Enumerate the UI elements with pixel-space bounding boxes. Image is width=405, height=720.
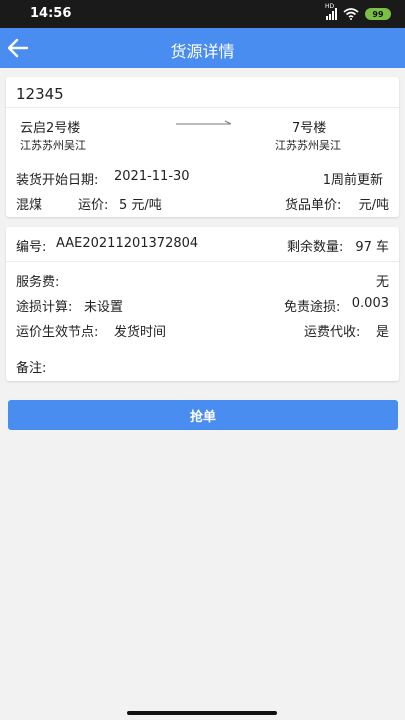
loss-calc-label: 途损计算: [16, 300, 73, 315]
battery-icon: 99 [365, 8, 391, 20]
cargo-id: 12345 [16, 85, 64, 103]
battery-level: 99 [372, 9, 384, 19]
origin-name: 云启2号楼 [20, 121, 81, 136]
app-bar: 货源详情 [0, 28, 405, 68]
free-loss-value: 0.003 [351, 296, 389, 311]
effective-node-value: 发货时间 [114, 325, 167, 340]
status-bar: 14:56 HD 99 [0, 0, 405, 28]
route-arrow-icon [176, 120, 232, 125]
collect-value: 是 [375, 325, 389, 340]
service-fee-label: 服务费: [16, 275, 60, 290]
freight-value: 5 元/吨 [119, 198, 162, 213]
divider [6, 261, 399, 262]
remaining-label: 剩余数量: [287, 240, 344, 255]
remaining-quantity: 97 车 [355, 240, 389, 255]
updated-time: 1周前更新 [322, 173, 383, 188]
unit-price-label: 货品单价: [285, 198, 342, 213]
service-fee-value: 无 [375, 275, 389, 290]
signal-hd-label: HD [325, 3, 335, 10]
destination-name: 7号楼 [292, 121, 327, 136]
load-date-label: 装货开始日期: [16, 173, 99, 188]
signal-icon: HD [325, 3, 337, 20]
cargo-details-card: 编号: AAE20211201372804 剩余数量: 97 车 服务费: 无 … [6, 227, 399, 381]
wifi-icon [343, 8, 359, 20]
unit-price-value: 元/吨 [358, 198, 389, 213]
destination-region: 江苏苏州吴江 [275, 139, 341, 152]
effective-node-label: 运价生效节点: [16, 325, 99, 340]
remarks-label: 备注: [16, 361, 47, 376]
status-time: 14:56 [30, 6, 72, 21]
free-loss-label: 免责途损: [284, 300, 341, 315]
divider [6, 107, 399, 108]
cargo-summary-card: 12345 云启2号楼 江苏苏州吴江 7号楼 江苏苏州吴江 装货开始日期: 20… [6, 77, 399, 217]
status-icons: HD 99 [325, 3, 391, 21]
home-indicator[interactable] [127, 711, 277, 715]
grab-order-button[interactable]: 抢单 [8, 400, 398, 430]
load-date: 2021-11-30 [114, 169, 190, 184]
freight-label: 运价: [78, 198, 109, 213]
loss-calc-value: 未设置 [84, 300, 124, 315]
order-number: AAE20211201372804 [56, 236, 199, 251]
page-title: 货源详情 [170, 42, 235, 61]
origin-region: 江苏苏州吴江 [20, 139, 86, 152]
collect-label: 运费代收: [304, 325, 361, 340]
cargo-type: 混煤 [16, 198, 43, 213]
number-label: 编号: [16, 240, 47, 255]
